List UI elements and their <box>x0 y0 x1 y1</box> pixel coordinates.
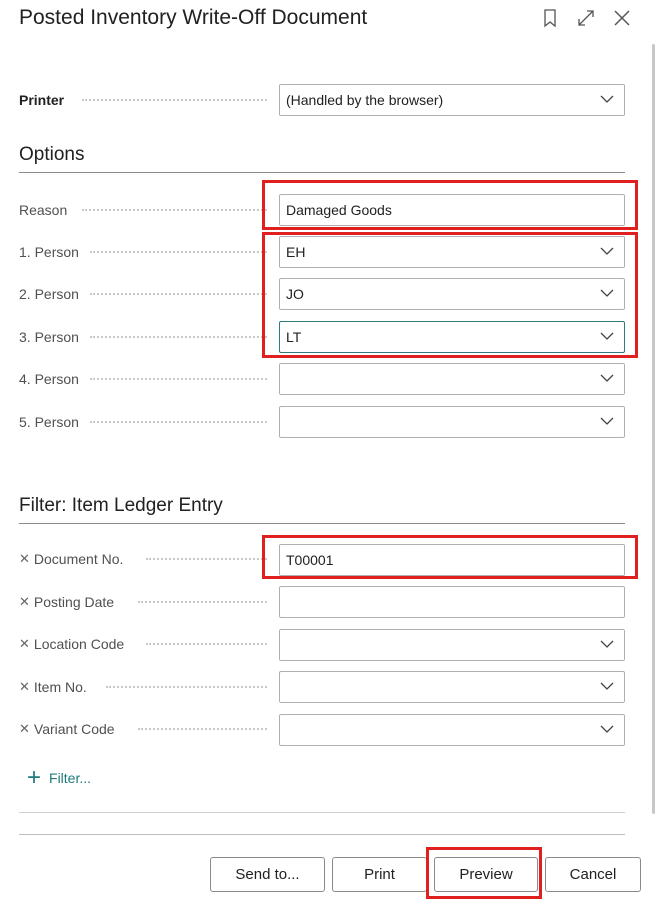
chevron-down-icon <box>600 681 614 691</box>
chevron-down-icon <box>600 373 614 383</box>
person-1-label: 1. Person <box>19 244 79 260</box>
close-icon[interactable] <box>612 8 632 28</box>
expand-icon[interactable] <box>576 8 596 28</box>
cancel-button[interactable]: Cancel <box>545 857 641 892</box>
footer-divider <box>19 834 625 835</box>
printer-label: Printer <box>19 92 65 108</box>
filter-divider <box>19 523 625 524</box>
chevron-down-icon <box>600 288 614 298</box>
remove-filter-icon[interactable]: ✕ <box>19 551 30 567</box>
variant-code-label: ✕ Variant Code <box>19 721 115 737</box>
document-no-dots <box>146 558 267 560</box>
location-code-dots <box>146 643 267 645</box>
person-3-select[interactable]: LT <box>279 321 625 353</box>
person-3-dots <box>90 336 267 338</box>
printer-value: (Handled by the browser) <box>286 92 444 108</box>
person-3-value: LT <box>286 329 302 345</box>
bookmark-icon[interactable] <box>540 8 560 28</box>
printer-select[interactable]: (Handled by the browser) <box>279 84 625 116</box>
chevron-down-icon <box>600 416 614 426</box>
scrollbar[interactable] <box>652 44 655 814</box>
content-divider <box>19 812 625 813</box>
document-no-input[interactable]: T00001 <box>279 544 625 576</box>
preview-button[interactable]: Preview <box>434 857 538 892</box>
variant-code-dots <box>138 728 267 730</box>
posting-date-dots <box>138 601 267 603</box>
location-code-label: ✕ Location Code <box>19 636 125 652</box>
person-1-dots <box>90 251 267 253</box>
chevron-down-icon <box>600 331 614 341</box>
reason-value: Damaged Goods <box>286 202 392 218</box>
document-no-value: T00001 <box>286 552 334 568</box>
item-no-dots <box>106 686 267 688</box>
person-2-select[interactable]: JO <box>279 278 625 310</box>
remove-filter-icon[interactable]: ✕ <box>19 594 30 610</box>
person-2-dots <box>90 293 267 295</box>
document-no-label: ✕ Document No. <box>19 551 124 567</box>
reason-input[interactable]: Damaged Goods <box>279 194 625 226</box>
item-no-label: ✕ Item No. <box>19 679 87 695</box>
chevron-down-icon <box>600 246 614 256</box>
person-2-label: 2. Person <box>19 286 79 302</box>
person-5-select[interactable] <box>279 406 625 438</box>
item-no-select[interactable] <box>279 671 625 703</box>
person-5-dots <box>90 421 267 423</box>
send-to-button[interactable]: Send to... <box>210 857 325 892</box>
remove-filter-icon[interactable]: ✕ <box>19 679 30 695</box>
chevron-down-icon <box>600 639 614 649</box>
dialog-header: Posted Inventory Write-Off Document <box>0 0 656 40</box>
remove-filter-icon[interactable]: ✕ <box>19 721 30 737</box>
reason-label: Reason <box>19 202 68 218</box>
posting-date-input[interactable] <box>279 586 625 618</box>
location-code-select[interactable] <box>279 629 625 661</box>
variant-code-select[interactable] <box>279 714 625 746</box>
plus-icon: + <box>27 764 42 791</box>
person-3-label: 3. Person <box>19 329 79 345</box>
person-1-value: EH <box>286 244 306 260</box>
add-filter-link[interactable]: + Filter... <box>27 764 92 791</box>
print-button[interactable]: Print <box>332 857 427 892</box>
chevron-down-icon <box>600 724 614 734</box>
person-4-label: 4. Person <box>19 371 79 387</box>
person-2-value: JO <box>286 286 304 302</box>
person-5-label: 5. Person <box>19 414 79 430</box>
person-4-dots <box>90 378 267 380</box>
add-filter-label: Filter... <box>49 770 92 786</box>
remove-filter-icon[interactable]: ✕ <box>19 636 30 652</box>
chevron-down-icon <box>600 94 614 104</box>
reason-dots <box>82 209 267 211</box>
printer-dots <box>82 99 267 101</box>
person-1-select[interactable]: EH <box>279 236 625 268</box>
person-4-select[interactable] <box>279 363 625 395</box>
posting-date-label: ✕ Posting Date <box>19 594 115 610</box>
options-divider <box>19 172 625 173</box>
filter-heading: Filter: Item Ledger Entry <box>19 495 223 516</box>
dialog-title: Posted Inventory Write-Off Document <box>19 6 368 29</box>
options-heading: Options <box>19 144 85 165</box>
